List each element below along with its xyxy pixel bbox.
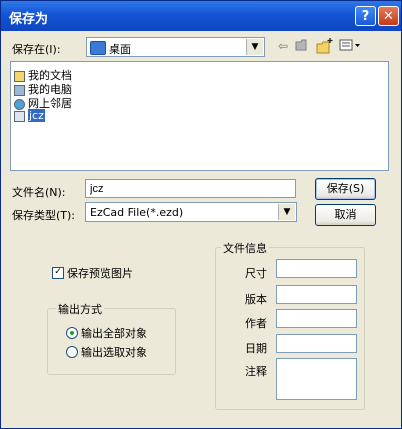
comment-label: 注释 — [245, 365, 267, 378]
my-documents-icon — [14, 70, 25, 82]
output-mode-group — [47, 308, 176, 375]
filetype-label: 保存类型(T): — [12, 209, 76, 222]
dialog-title: 保存为 — [9, 12, 49, 27]
save-in-label: 保存在(I): — [12, 43, 61, 56]
save-in-value: 桌面 — [109, 43, 131, 56]
save-button[interactable]: 保存(S) — [315, 178, 376, 200]
chevron-down-icon[interactable]: ▼ — [278, 204, 295, 220]
date-field[interactable] — [276, 334, 357, 353]
comment-field[interactable] — [276, 358, 357, 400]
file-icon — [14, 110, 25, 122]
save-in-dropdown[interactable]: 桌面 ▼ — [86, 37, 265, 57]
version-field[interactable] — [276, 285, 357, 304]
list-item[interactable]: 网上邻居 — [14, 95, 72, 110]
filename-label: 文件名(N): — [12, 186, 66, 199]
save-as-dialog: 保存为 ? ✕ 保存在(I): 桌面 ▼ ⇦ 我的文档 我的电脑 网上邻居 jc… — [0, 0, 402, 429]
chevron-down-icon[interactable]: ▼ — [246, 39, 263, 55]
preview-label: 保存预览图片 — [67, 267, 133, 280]
output-all-radio[interactable] — [66, 327, 78, 339]
list-item[interactable]: 我的电脑 — [14, 81, 72, 96]
size-field[interactable] — [276, 259, 357, 278]
filetype-value: EzCad File(*.ezd) — [90, 206, 184, 219]
list-item[interactable]: 我的文档 — [14, 67, 72, 82]
cancel-button[interactable]: 取消 — [315, 204, 376, 226]
my-computer-icon — [14, 84, 25, 96]
output-all-label: 输出全部对象 — [81, 327, 147, 340]
size-label: 尺寸 — [245, 267, 267, 280]
date-label: 日期 — [245, 342, 267, 355]
version-label: 版本 — [245, 293, 267, 306]
view-menu-icon[interactable] — [339, 38, 361, 54]
new-folder-icon[interactable] — [316, 38, 334, 54]
author-label: 作者 — [245, 317, 267, 330]
file-info-legend: 文件信息 — [221, 240, 269, 256]
title-bar[interactable]: 保存为 ? ✕ — [1, 1, 401, 31]
up-folder-icon[interactable] — [294, 38, 312, 54]
filename-input[interactable] — [85, 179, 296, 198]
filetype-dropdown[interactable]: EzCad File(*.ezd) ▼ — [85, 202, 297, 222]
list-item[interactable]: jcz — [14, 109, 45, 123]
author-field[interactable] — [276, 309, 357, 328]
network-places-icon — [14, 98, 25, 110]
help-button[interactable]: ? — [355, 6, 376, 26]
preview-checkbox[interactable]: ✓ — [52, 267, 64, 279]
output-selected-radio[interactable] — [66, 346, 78, 358]
desktop-icon — [90, 41, 106, 55]
back-arrow-icon[interactable]: ⇦ — [274, 38, 292, 54]
close-button[interactable]: ✕ — [378, 6, 399, 26]
file-list[interactable]: 我的文档 我的电脑 网上邻居 jcz — [10, 61, 389, 171]
output-mode-legend: 输出方式 — [56, 301, 104, 317]
output-selected-label: 输出选取对象 — [81, 346, 147, 359]
